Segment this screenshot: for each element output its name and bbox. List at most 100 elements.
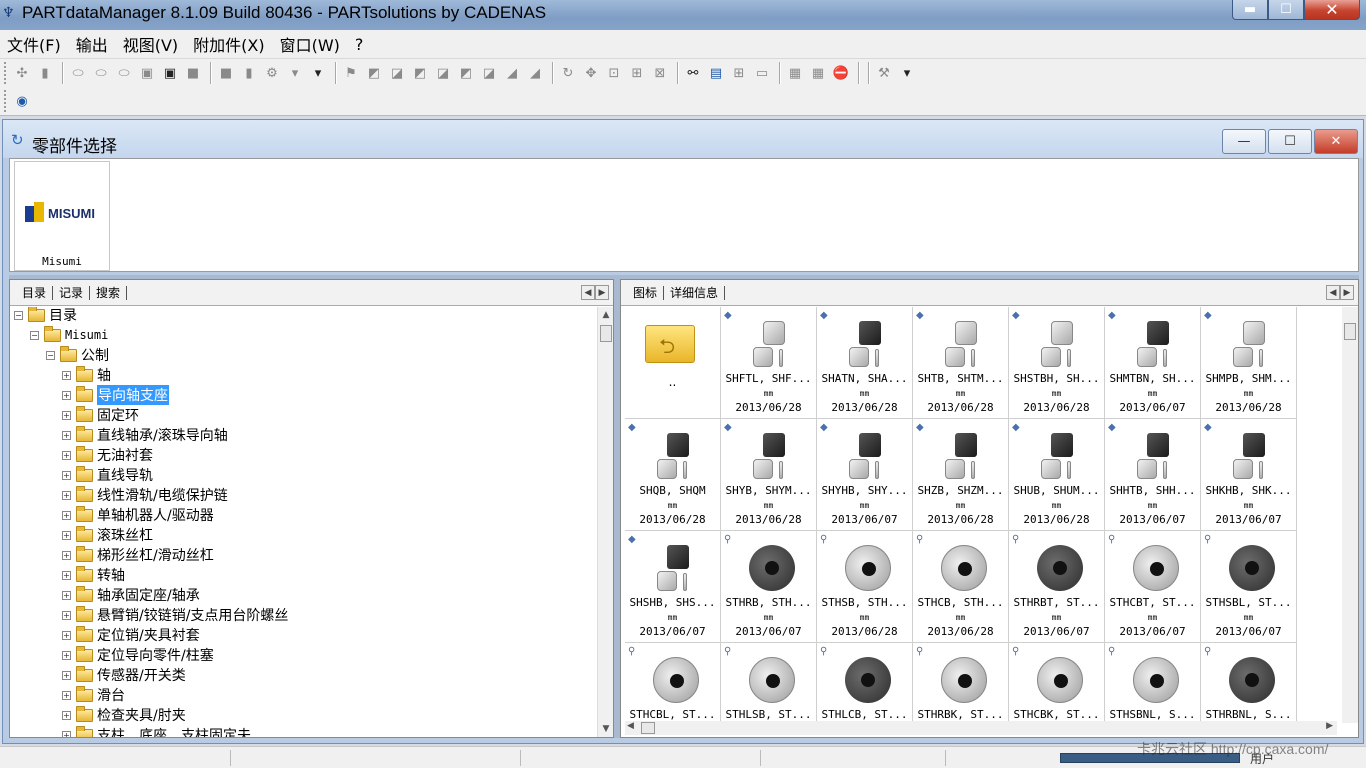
tree-item[interactable]: + 滑台	[62, 685, 125, 705]
maximize-button[interactable]: ☐	[1268, 0, 1304, 20]
stop-icon[interactable]: ⛔	[831, 63, 851, 83]
binoculars-icon[interactable]: ⚯	[683, 63, 703, 83]
part-cell[interactable]: ◆ SHYHB, SHY... mm 2013/06/07	[817, 419, 913, 531]
toolbar-grip[interactable]	[4, 90, 8, 112]
tab-scroll-left-icon[interactable]: ◀	[1326, 285, 1340, 300]
parent-folder-cell[interactable]: ..	[625, 307, 721, 419]
part-cell[interactable]: ◆ SHMTBN, SH... mm 2013/06/07	[1105, 307, 1201, 419]
cylinder-3-icon[interactable]: ⬭	[114, 63, 134, 83]
menu-help[interactable]: ?	[355, 35, 364, 54]
scroll-up-icon[interactable]: ▲	[598, 307, 614, 323]
part-cell[interactable]: ◆ SHYB, SHYM... mm 2013/06/28	[721, 419, 817, 531]
grid-hscrollbar[interactable]: ◀ ▶	[625, 721, 1337, 735]
subwindow-close-button[interactable]: ✕	[1314, 129, 1358, 154]
expand-icon[interactable]: +	[62, 690, 71, 700]
tree-item[interactable]: + 悬臂销/铰链销/支点用台阶螺丝	[62, 605, 288, 625]
menu-view[interactable]: 视图(V)	[123, 32, 178, 56]
expand-icon[interactable]: +	[62, 450, 71, 460]
pan-icon[interactable]: ✥	[581, 63, 601, 83]
tree-item[interactable]: + 支柱、底座、支柱固定夫	[62, 725, 251, 737]
iso-view-3-icon[interactable]: ◩	[410, 63, 430, 83]
expand-icon[interactable]: +	[62, 590, 71, 600]
tree-item[interactable]: + 轴	[62, 365, 111, 385]
part-cell[interactable]: ◆ SHATN, SHA... mm 2013/06/28	[817, 307, 913, 419]
cube-icon[interactable]: ▣	[137, 63, 157, 83]
tree-catalog-misumi[interactable]: − Misumi	[30, 325, 108, 345]
part-cell[interactable]: ◆ SHTB, SHTM... mm 2013/06/28	[913, 307, 1009, 419]
iso-view-4-icon[interactable]: ◪	[433, 63, 453, 83]
chevron-down-icon[interactable]: ▾	[308, 63, 328, 83]
subwindow-minimize-button[interactable]: —	[1222, 129, 1266, 154]
tree-item[interactable]: + 固定环	[62, 405, 139, 425]
tab-scroll-left-icon[interactable]: ◀	[581, 285, 595, 300]
minimize-button[interactable]: ▬	[1232, 0, 1268, 20]
shaded-icon[interactable]: ▣	[160, 63, 180, 83]
part-cell[interactable]: ⚲ STHRBT, ST... mm 2013/06/07	[1009, 531, 1105, 643]
expand-icon[interactable]: +	[62, 730, 71, 737]
zoom-fit-icon[interactable]: ⊞	[627, 63, 647, 83]
part-cell[interactable]: ◆ SHUB, SHUM... mm 2013/06/28	[1009, 419, 1105, 531]
menu-file[interactable]: 文件(F)	[7, 32, 61, 56]
expand-icon[interactable]: +	[62, 430, 71, 440]
zoom-window-icon[interactable]: ⊡	[604, 63, 624, 83]
camera-icon[interactable]: ⚙	[262, 63, 282, 83]
menu-addons[interactable]: 附加件(X)	[193, 32, 264, 56]
scroll-left-icon[interactable]: ◀	[627, 721, 634, 731]
scroll-thumb[interactable]	[1344, 323, 1356, 340]
tab-scroll-right-icon[interactable]: ▶	[1340, 285, 1354, 300]
expand-icon[interactable]: +	[62, 490, 71, 500]
chevron-down-icon[interactable]: ▾	[897, 63, 917, 83]
cylinder-2-icon[interactable]: ⬭	[91, 63, 111, 83]
solid-icon[interactable]: ■	[183, 63, 203, 83]
tree-item[interactable]: + 单轴机器人/驱动器	[62, 505, 214, 525]
tree-scrollbar[interactable]: ▲ ▼	[597, 307, 613, 737]
logo-icon[interactable]: ◉	[12, 91, 32, 111]
grid-icon[interactable]: ▦	[785, 63, 805, 83]
rotate-icon[interactable]: ↻	[558, 63, 578, 83]
expand-icon[interactable]: +	[62, 470, 71, 480]
tab-history[interactable]: 记录	[53, 285, 91, 300]
tab-details[interactable]: 详细信息	[664, 285, 726, 300]
tree-item[interactable]: + 滚珠丝杠	[62, 525, 153, 545]
tree-root[interactable]: − 目录	[14, 307, 77, 325]
expand-icon[interactable]: +	[62, 370, 71, 380]
tree-item[interactable]: + 导向轴支座	[62, 385, 169, 405]
menu-window[interactable]: 窗口(W)	[280, 32, 340, 56]
iso-view-8-icon[interactable]: ◢	[525, 63, 545, 83]
part-cell[interactable]: ◆ SHHTB, SHH... mm 2013/06/07	[1105, 419, 1201, 531]
tab-catalog[interactable]: 目录	[16, 285, 54, 300]
part-cell[interactable]: ◆ SHQB, SHQM mm 2013/06/28	[625, 419, 721, 531]
flag-icon[interactable]: ⚑	[341, 63, 361, 83]
part-cell[interactable]: ⚲ STHCB, STH... mm 2013/06/28	[913, 531, 1009, 643]
expand-icon[interactable]: +	[62, 670, 71, 680]
cylinder-icon[interactable]: ⬭	[68, 63, 88, 83]
part-cell[interactable]: ⚲ STHRBK, ST...	[913, 643, 1009, 723]
dropdown-icon[interactable]: ▾	[285, 63, 305, 83]
expand-icon[interactable]: +	[62, 570, 71, 580]
tree-item[interactable]: + 直线轴承/滚珠导向轴	[62, 425, 228, 445]
collapse-icon[interactable]: −	[30, 330, 39, 340]
expand-icon[interactable]: +	[62, 510, 71, 520]
iso-view-7-icon[interactable]: ◢	[502, 63, 522, 83]
subwindow-maximize-button[interactable]: ☐	[1268, 129, 1312, 154]
2d-icon[interactable]: ▭	[752, 63, 772, 83]
iso-view-icon[interactable]: ◩	[364, 63, 384, 83]
tree-group-metric[interactable]: − 公制	[46, 345, 109, 365]
part-cell[interactable]: ⚲ STHRBNL, S...	[1201, 643, 1297, 723]
part-cell[interactable]: ⚲ STHSB, STH... mm 2013/06/28	[817, 531, 913, 643]
expand-icon[interactable]: +	[62, 650, 71, 660]
toolbar-grip[interactable]	[4, 62, 8, 84]
grid-2-icon[interactable]: ▦	[808, 63, 828, 83]
expand-icon[interactable]: +	[62, 610, 71, 620]
zoom-all-icon[interactable]: ⊠	[650, 63, 670, 83]
tree-item[interactable]: + 轴承固定座/轴承	[62, 585, 200, 605]
part-cell[interactable]: ◆ SHFTL, SHF... mm 2013/06/28	[721, 307, 817, 419]
layout-icon[interactable]: ⊞	[729, 63, 749, 83]
pin-icon[interactable]: ✣	[12, 63, 32, 83]
tree-item[interactable]: + 转轴	[62, 565, 125, 585]
collapse-icon[interactable]: −	[46, 350, 55, 360]
part-cell[interactable]: ◆ SHKHB, SHK... mm 2013/06/07	[1201, 419, 1297, 531]
view-icon[interactable]: ■	[216, 63, 236, 83]
catalog-tile-misumi[interactable]: MISUMI Misumi	[14, 161, 110, 271]
tab-scroll-right-icon[interactable]: ▶	[595, 285, 609, 300]
